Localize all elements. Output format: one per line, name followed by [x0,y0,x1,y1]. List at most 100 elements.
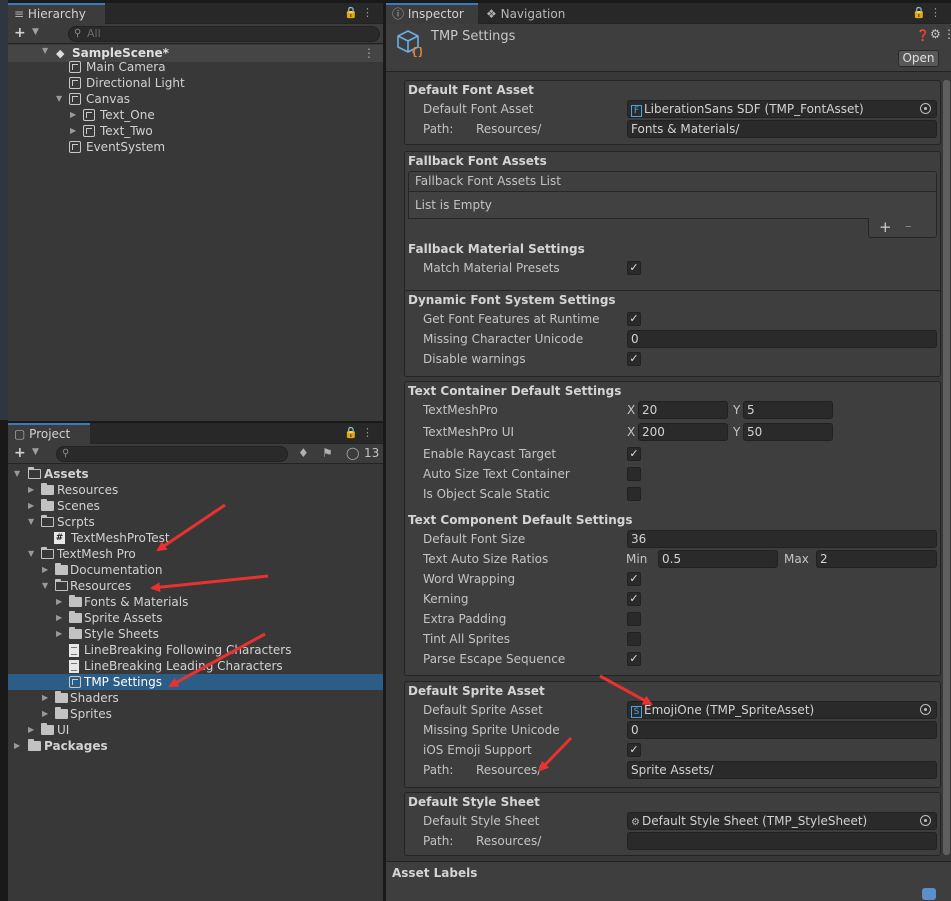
tree-item-tmp-resources[interactable]: ▼ Resources [8,578,383,594]
fallback-list-header[interactable]: Fallback Font Assets List [408,171,937,192]
tree-item-ui[interactable]: ▶ UI [8,722,383,738]
max-ratio-input[interactable]: 2 [816,550,937,568]
tab-navigation[interactable]: ❖ Navigation [480,3,570,24]
tint-sprites-checkbox[interactable] [627,632,641,646]
tree-item-assets[interactable]: ▼ Assets [8,466,383,482]
hierarchy-tab-menu-icon[interactable]: 🔒⋮ [344,6,377,19]
escape-sequence-checkbox[interactable]: ✓ [627,652,641,666]
expand-arrow-icon[interactable]: ▼ [28,514,34,530]
inspector-scrollbar[interactable] [943,80,950,855]
tree-item-textmeshprotest[interactable]: # TextMeshProTest [8,530,383,546]
project-search-input[interactable]: ⚲ [56,446,288,462]
remove-list-item-button[interactable]: – [905,219,912,234]
collapse-arrow-icon[interactable]: ▶ [70,107,76,123]
more-menu-icon[interactable]: ⋮ [943,27,951,41]
missing-character-input[interactable]: 0 [627,330,937,348]
collapse-arrow-icon[interactable]: ▶ [56,594,62,610]
help-icon[interactable]: ❓ [916,29,930,42]
expand-arrow-icon[interactable]: ▼ [14,466,20,482]
tab-project[interactable]: ▢ Project [8,423,90,444]
tmpui-y-input[interactable]: 50 [743,423,833,441]
collapse-arrow-icon[interactable]: ▶ [70,123,76,139]
search-by-type-icon[interactable]: ♦ [298,446,309,460]
project-create-button[interactable]: + [14,445,26,461]
collapse-arrow-icon[interactable]: ▶ [28,482,34,498]
collapse-arrow-icon[interactable]: ▶ [56,626,62,642]
scale-static-checkbox[interactable] [627,487,641,501]
kerning-checkbox[interactable]: ✓ [627,592,641,606]
collapse-arrow-icon[interactable]: ▶ [28,498,34,514]
tmp-x-input[interactable]: 20 [638,401,728,419]
tree-item-sprite-assets[interactable]: ▶ Sprite Assets [8,610,383,626]
chevron-down-icon[interactable]: ▼ [32,447,39,457]
tree-item-text-one[interactable]: ▶ Text_One [8,107,383,123]
default-font-field[interactable]: F LiberationSans SDF (TMP_FontAsset) [627,100,937,118]
disable-warnings-checkbox[interactable]: ✓ [627,352,641,366]
style-sheet-field[interactable]: ⚙ Default Style Sheet (TMP_StyleSheet) [627,812,937,830]
extra-padding-checkbox[interactable] [627,612,641,626]
tree-item-sprites[interactable]: ▶ Sprites [8,706,383,722]
project-tab-menu-icon[interactable]: 🔒⋮ [344,426,377,439]
min-ratio-input[interactable]: 0.5 [658,550,778,568]
tree-item-scrpts[interactable]: ▼ Scrpts [8,514,383,530]
tree-item-style-sheets[interactable]: ▶ Style Sheets [8,626,383,642]
collapse-arrow-icon[interactable]: ▶ [42,706,48,722]
collapse-arrow-icon[interactable]: ▶ [14,738,20,754]
object-picker-icon[interactable] [920,704,931,715]
autosize-container-checkbox[interactable] [627,467,641,481]
collapse-arrow-icon[interactable]: ▶ [56,610,62,626]
tree-item-canvas[interactable]: ▼ Canvas [8,91,383,107]
add-list-item-button[interactable]: + [879,218,892,236]
tree-item-directional-light[interactable]: Directional Light [8,75,383,91]
tree-item-scenes[interactable]: ▶ Scenes [8,498,383,514]
expand-arrow-icon[interactable]: ▼ [42,46,48,55]
missing-sprite-input[interactable]: 0 [627,721,937,739]
tab-inspector[interactable]: ⓘ Inspector [386,3,478,24]
raycast-checkbox[interactable]: ✓ [627,447,641,461]
tree-item-fonts-materials[interactable]: ▶ Fonts & Materials [8,594,383,610]
tree-item-linebreaking-leading[interactable]: LineBreaking Leading Characters [8,658,383,674]
hierarchy-create-button[interactable]: + [14,25,26,41]
object-picker-icon[interactable] [920,815,931,826]
tree-item-shaders[interactable]: ▶ Shaders [8,690,383,706]
collapse-arrow-icon[interactable]: ▶ [42,562,48,578]
tree-item-event-system[interactable]: EventSystem [8,139,383,155]
default-font-path-input[interactable]: Fonts & Materials/ [627,120,937,138]
text-container-title: Text Container Default Settings [408,384,622,398]
hierarchy-search-input[interactable]: ⚲ All [68,26,380,42]
tree-item-text-two[interactable]: ▶ Text_Two [8,123,383,139]
match-material-checkbox[interactable]: ✓ [627,261,641,275]
tree-item-tmp-settings[interactable]: TMP Settings [8,674,383,690]
search-by-label-icon[interactable]: ⚑ [322,446,333,460]
tree-item-main-camera[interactable]: Main Camera [8,59,383,75]
word-wrapping-checkbox[interactable]: ✓ [627,572,641,586]
tree-item-textmesh-pro[interactable]: ▼ TextMesh Pro [8,546,383,562]
asset-label-tag-icon[interactable] [922,888,936,900]
font-size-input[interactable]: 36 [627,530,937,548]
sprite-asset-field[interactable]: S EmojiOne (TMP_SpriteAsset) [627,701,937,719]
collapse-arrow-icon[interactable]: ▶ [28,722,34,738]
tree-item-resources[interactable]: ▶ Resources [8,482,383,498]
font-features-checkbox[interactable]: ✓ [627,312,641,326]
asset-labels-bar[interactable]: Asset Labels [386,861,951,901]
chevron-down-icon[interactable]: ▼ [32,27,39,37]
expand-arrow-icon[interactable]: ▼ [56,91,62,107]
tmpui-x-input[interactable]: 200 [638,423,728,441]
tree-item-packages[interactable]: ▶ Packages [8,738,383,754]
tree-item-documentation[interactable]: ▶ Documentation [8,562,383,578]
expand-arrow-icon[interactable]: ▼ [42,578,48,594]
tab-hierarchy[interactable]: ≡ Hierarchy [8,3,105,24]
hidden-packages-icon[interactable]: ◯ [346,446,359,460]
settings-gear-icon[interactable]: ⚙ [930,27,941,41]
inspector-tab-menu-icon[interactable]: 🔒⋮ [912,6,945,19]
object-picker-icon[interactable] [920,103,931,114]
sprite-path-input[interactable]: Sprite Assets/ [627,761,937,779]
tree-item-linebreaking-following[interactable]: LineBreaking Following Characters [8,642,383,658]
collapse-arrow-icon[interactable]: ▶ [42,690,48,706]
ios-emoji-checkbox[interactable]: ✓ [627,743,641,757]
tmp-y-input[interactable]: 5 [743,401,833,419]
open-button[interactable]: Open [898,50,939,67]
style-path-input[interactable] [627,832,937,850]
style-path-prefix: Resources/ [476,834,542,848]
expand-arrow-icon[interactable]: ▼ [28,546,34,562]
